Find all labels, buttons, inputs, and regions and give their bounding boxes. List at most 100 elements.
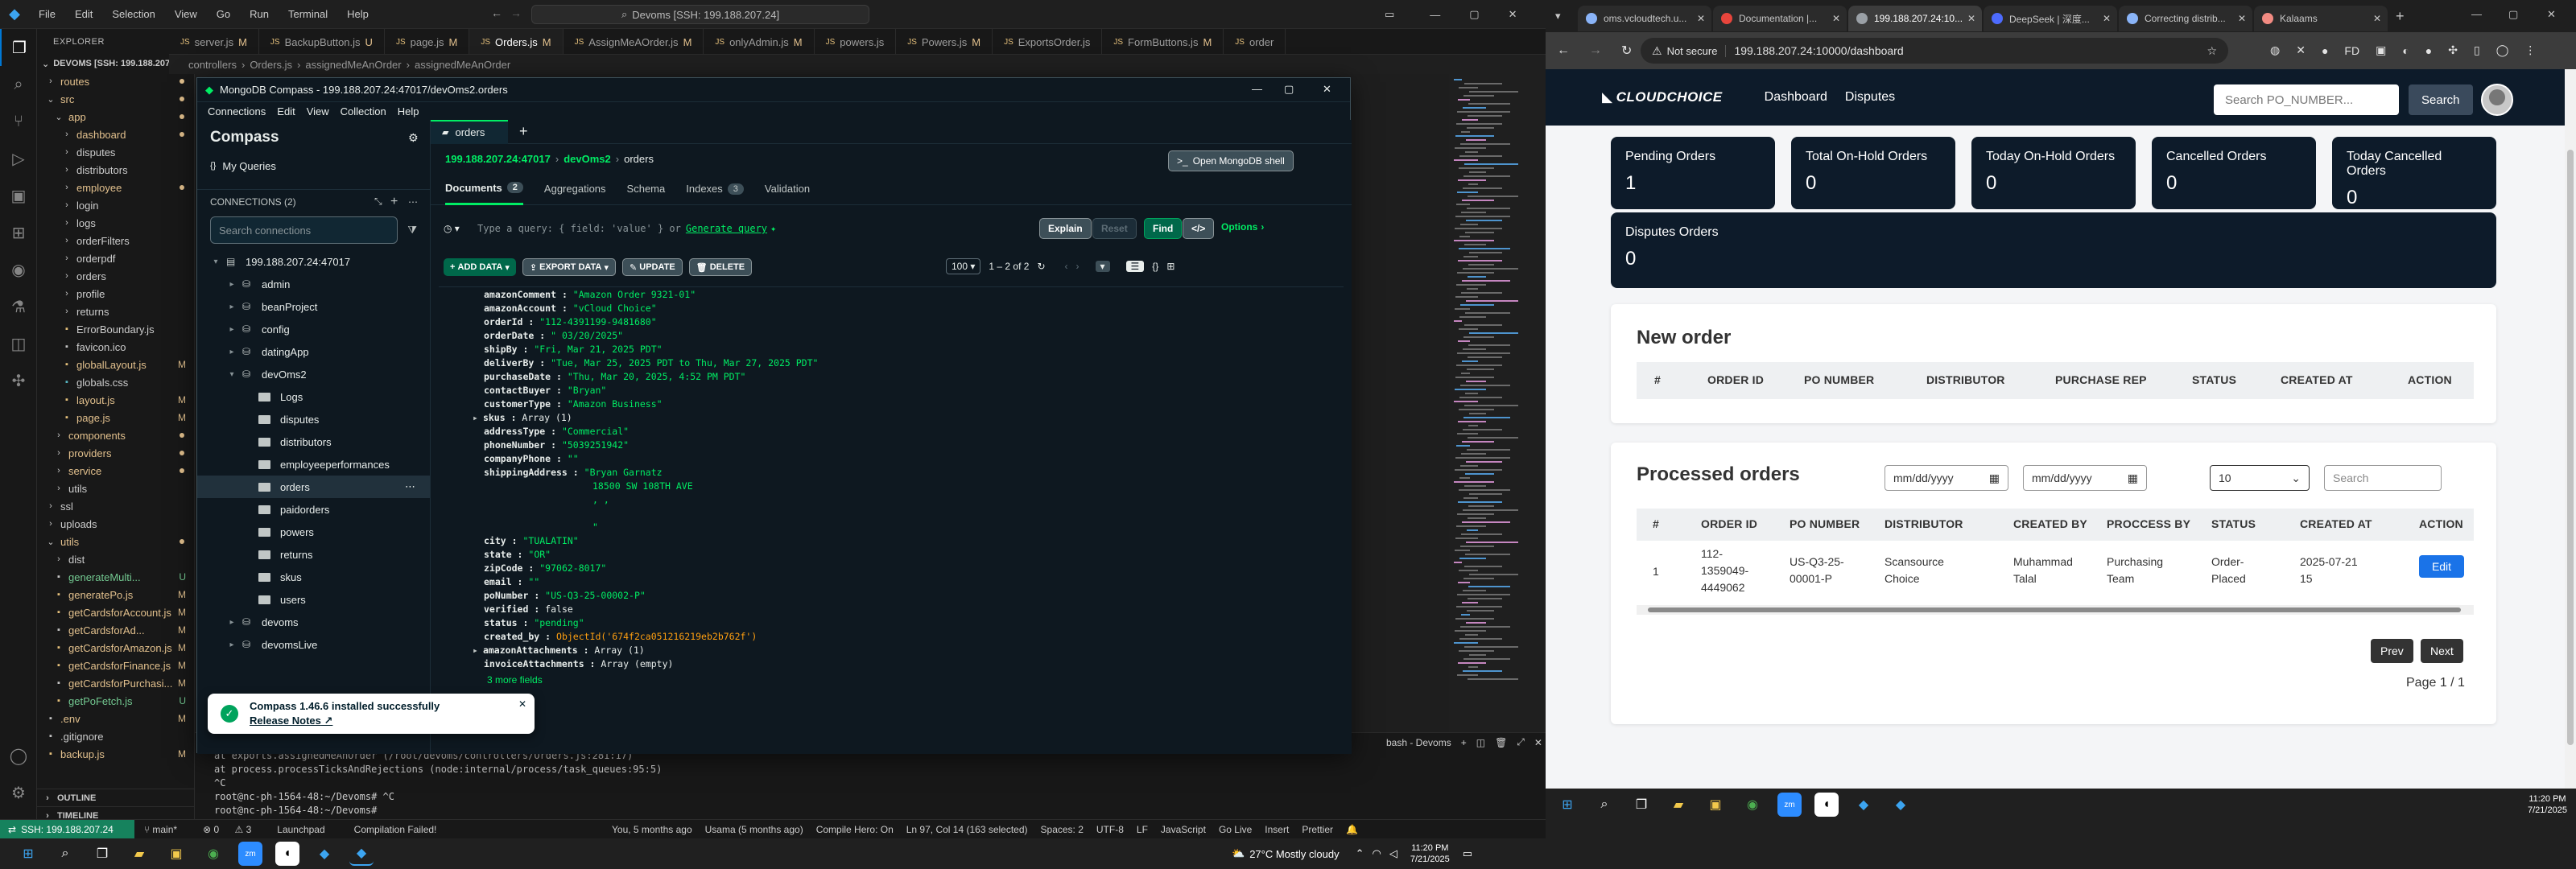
add-data-button[interactable]: + ADD DATA ▾ bbox=[444, 258, 516, 276]
release-notes-link[interactable]: Release Notes ↗ bbox=[250, 715, 440, 727]
json-view-icon[interactable]: {} bbox=[1152, 261, 1158, 272]
column-header[interactable]: CREATED AT bbox=[2281, 373, 2353, 386]
folder-item[interactable]: › disputes bbox=[37, 143, 194, 161]
close-panel-icon[interactable]: ✕ bbox=[1534, 737, 1542, 748]
command-center[interactable]: ⌕ Devoms [SSH: 199.188.207.24] bbox=[531, 5, 869, 24]
column-header[interactable]: # bbox=[1654, 373, 1661, 386]
maximize-icon[interactable]: ▢ bbox=[2508, 8, 2518, 21]
document-field[interactable]: status : "pending" bbox=[473, 617, 1344, 631]
folder-item[interactable]: › distributors bbox=[37, 161, 194, 179]
collection-item[interactable]: Logs bbox=[197, 385, 430, 408]
collection-tab[interactable]: ▰ orders bbox=[431, 119, 508, 144]
document-field[interactable]: zipCode : "97062-8017" bbox=[473, 562, 1344, 576]
file-item[interactable]: ▪ getCardsforAmazon.js M bbox=[37, 639, 194, 657]
menu-file[interactable]: File bbox=[29, 8, 65, 20]
document-field[interactable]: shipBy : "Fri, Mar 21, 2025 PDT" bbox=[473, 344, 1344, 357]
column-header[interactable]: ORDER ID bbox=[1701, 517, 1757, 530]
editor-tab[interactable]: JS server.js M bbox=[169, 29, 259, 54]
notifications-bell-icon[interactable]: 🔔 bbox=[1346, 824, 1358, 835]
database-item[interactable]: ▾ ⛁ devOms2 bbox=[197, 363, 430, 385]
editor-tab[interactable]: JS Orders.js M bbox=[469, 29, 564, 54]
folder-item[interactable]: › service bbox=[37, 462, 194, 480]
prev-button[interactable]: Prev bbox=[2371, 639, 2413, 663]
file-item[interactable]: ▪ generateMulti... U bbox=[37, 568, 194, 586]
vscode-icon[interactable]: ◆ bbox=[1852, 793, 1876, 817]
more-options-icon[interactable]: ⋯ bbox=[405, 480, 415, 493]
query-code-toggle[interactable]: </> bbox=[1183, 218, 1215, 239]
file-item[interactable]: ▪ .env M bbox=[37, 710, 194, 727]
file-item[interactable]: ▪ globals.css bbox=[37, 373, 194, 391]
editor-tab[interactable]: JS page.js M bbox=[385, 29, 470, 54]
split-terminal-icon[interactable]: ◫ bbox=[1476, 737, 1485, 748]
folder-item[interactable]: › orders bbox=[37, 267, 194, 285]
folder-item[interactable]: ⌄ src bbox=[37, 90, 194, 108]
next-button[interactable]: Next bbox=[2421, 639, 2463, 663]
document-field[interactable]: amazonComment : "Amazon Order 9321-01" bbox=[473, 289, 1344, 303]
column-header[interactable]: PO NUMBER bbox=[1804, 373, 1874, 386]
insert-mode[interactable]: Insert bbox=[1265, 824, 1289, 835]
database-item[interactable]: ▸ ⛁ datingApp bbox=[197, 340, 430, 363]
document-field[interactable]: deliverBy : "Tue, Mar 25, 2025 PDT to Th… bbox=[473, 357, 1344, 371]
vscode-icon[interactable]: ◆ bbox=[1889, 793, 1913, 817]
tab-search-icon[interactable]: ▾ bbox=[1555, 10, 1561, 23]
start-date-input[interactable]: mm/dd/yyyy ▦ bbox=[1885, 465, 2008, 491]
document-field[interactable]: orderDate : " 03/20/2025" bbox=[473, 330, 1344, 344]
generate-query-link[interactable]: Generate query bbox=[686, 223, 767, 234]
prev-page-icon[interactable]: ‹ bbox=[1065, 261, 1068, 272]
remote-explorer-icon[interactable]: ▣ bbox=[0, 177, 37, 214]
cursor-position[interactable]: Ln 97, Col 14 (163 selected) bbox=[906, 824, 1028, 835]
file-item[interactable]: ▪ generatePo.js M bbox=[37, 586, 194, 603]
card-cancelled-orders[interactable]: Cancelled Orders 0 bbox=[2152, 137, 2316, 209]
subtab-aggregations[interactable]: Aggregations bbox=[544, 173, 606, 205]
column-header[interactable]: ORDER ID bbox=[1707, 373, 1764, 386]
editor-tab[interactable]: JS Powers.js M bbox=[896, 29, 993, 54]
file-item[interactable]: ▪ globalLayout.js M bbox=[37, 356, 194, 373]
list-view-icon[interactable]: ☰ bbox=[1125, 261, 1145, 272]
column-header[interactable]: ACTION bbox=[2419, 517, 2463, 530]
maximize-icon[interactable]: ▢ bbox=[1469, 8, 1479, 21]
extension-icon[interactable]: ◍ bbox=[2270, 43, 2280, 57]
document-card[interactable]: amazonComment : "Amazon Order 9321-01" am… bbox=[439, 289, 1344, 672]
document-field[interactable]: amazonAccount : "vCloud Choice" bbox=[473, 303, 1344, 316]
sidebar-icon[interactable]: ▯ bbox=[2474, 43, 2480, 57]
collection-item[interactable]: powers bbox=[197, 521, 430, 543]
browser-tab[interactable]: 199.188.207.24:10... ✕ bbox=[1848, 6, 1982, 31]
column-header[interactable]: PROCCESS BY bbox=[2107, 517, 2190, 530]
file-explorer-icon[interactable]: ▰ bbox=[127, 842, 151, 866]
compass-menu-connections[interactable]: Connections bbox=[202, 105, 271, 117]
document-field[interactable]: city : "TUALATIN" bbox=[473, 535, 1344, 549]
task-view-icon[interactable]: ❐ bbox=[90, 842, 114, 866]
extension-icon[interactable]: ● bbox=[2322, 44, 2328, 57]
folder-item[interactable]: › orderpdf bbox=[37, 249, 194, 267]
folder-item[interactable]: › employee bbox=[37, 179, 194, 196]
find-button[interactable]: Find bbox=[1144, 218, 1183, 239]
folder-item[interactable]: › providers bbox=[37, 444, 194, 462]
store-icon[interactable]: ▣ bbox=[164, 842, 188, 866]
notification-icon[interactable]: ▭ bbox=[1463, 847, 1472, 860]
menu-edit[interactable]: Edit bbox=[65, 8, 102, 20]
column-header[interactable]: CREATED AT bbox=[2300, 517, 2372, 530]
folder-item[interactable]: › routes bbox=[37, 72, 194, 90]
document-field[interactable] bbox=[473, 508, 1344, 521]
collection-item[interactable]: orders ⋯ bbox=[197, 476, 430, 498]
menu-go[interactable]: Go bbox=[207, 8, 240, 20]
wifi-icon[interactable]: ◠ bbox=[1373, 847, 1381, 860]
page-size-select[interactable]: 100 ▾ bbox=[946, 258, 981, 274]
extension-icon[interactable]: ● bbox=[2425, 44, 2432, 57]
search-connections-input[interactable]: Search connections bbox=[210, 216, 398, 244]
minimap[interactable] bbox=[1449, 74, 1546, 734]
file-item[interactable]: ▪ favicon.ico bbox=[37, 338, 194, 356]
start-windows-icon[interactable]: ⊞ bbox=[16, 842, 40, 866]
avatar[interactable] bbox=[2481, 84, 2513, 116]
collection-item[interactable]: skus bbox=[197, 566, 430, 588]
back-arrow-icon[interactable]: ← bbox=[491, 6, 502, 19]
card-today-cancelled-orders[interactable]: Today Cancelled Orders 0 bbox=[2332, 137, 2496, 209]
collection-item[interactable]: returns bbox=[197, 543, 430, 566]
file-item[interactable]: ▪ ErrorBoundary.js bbox=[37, 320, 194, 338]
expand-arrow-icon[interactable]: ▸ bbox=[473, 412, 478, 423]
column-header[interactable]: PURCHASE REP bbox=[2055, 373, 2147, 386]
file-item[interactable]: ▪ .gitignore bbox=[37, 727, 194, 745]
folder-item[interactable]: › dist bbox=[37, 550, 194, 568]
document-field[interactable]: orderId : "112-4391199-9481680" bbox=[473, 316, 1344, 330]
file-item[interactable]: ▪ layout.js M bbox=[37, 391, 194, 409]
